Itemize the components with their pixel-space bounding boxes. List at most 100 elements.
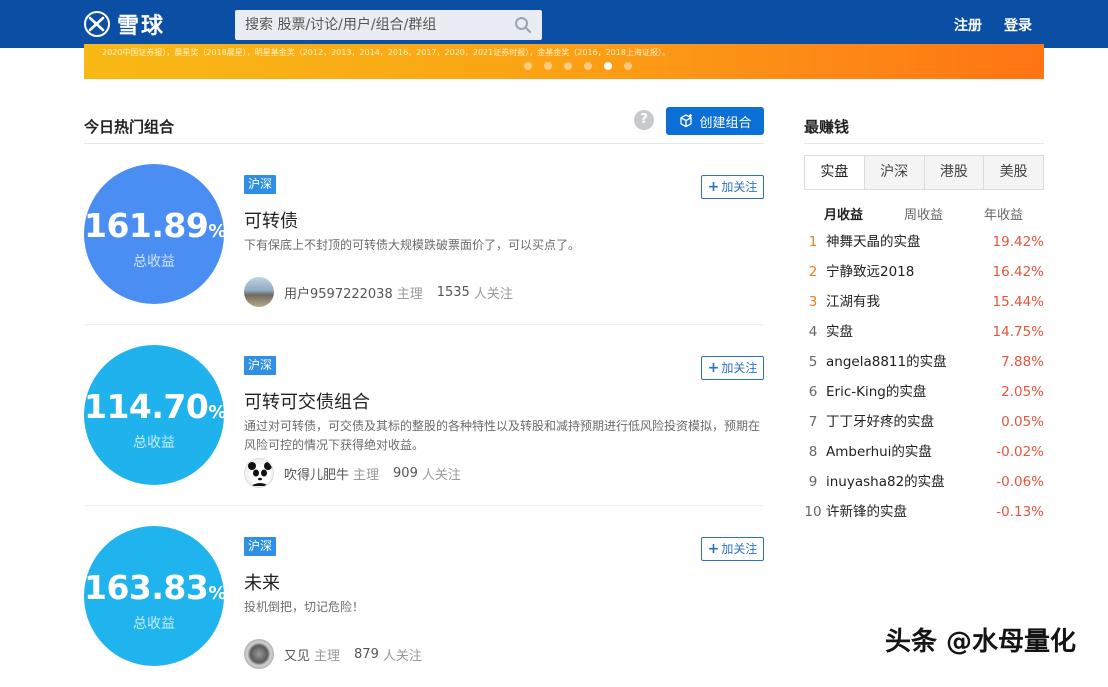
tab-yearly[interactable]: 年收益 (984, 204, 1023, 223)
rank-return-value: -0.06% (996, 474, 1044, 490)
portfolio-description: 通过对可转债，可交债及其标的整股的各种特性以及转股和减持预期进行低风险投资模拟，… (244, 419, 761, 452)
follower-label: 人关注 (382, 648, 422, 664)
rank-number: 5 (808, 354, 818, 370)
market-tag: 沪深 (244, 356, 277, 375)
owner-name[interactable]: 吹得儿肥牛 (284, 464, 349, 483)
follower-count: 1535 (436, 284, 470, 300)
rank-portfolio-name[interactable]: 江湖有我 (826, 290, 880, 314)
portfolio-card[interactable]: 161.89% 总收益 沪深 + 加关注 可转债 下有保底上不封顶的可转债大规模跌… (84, 144, 764, 325)
banner-dot-active[interactable] (604, 62, 612, 70)
rank-portfolio-name[interactable]: Eric-King的实盘 (826, 380, 926, 404)
tab-real[interactable]: 实盘 (805, 156, 864, 189)
tab-monthly[interactable]: 月收益 (824, 204, 863, 223)
owner-name[interactable]: 又见 (284, 645, 310, 664)
search-box (235, 10, 542, 40)
rank-portfolio-name[interactable]: Amberhui的实盘 (826, 440, 932, 464)
banner-text: 2020中国证券报），晨星奖（2018晨星），明星基金奖（2012，2013，2… (102, 48, 670, 57)
period-tabs: 月收益 周收益 年收益 (804, 204, 1044, 223)
rank-portfolio-name[interactable]: 许新锋的实盘 (826, 500, 907, 524)
banner-dot[interactable] (544, 62, 552, 70)
rank-portfolio-name[interactable]: 丁丁牙好疼的实盘 (826, 410, 934, 434)
market-tag: 沪深 (244, 175, 277, 194)
avatar[interactable] (244, 277, 274, 307)
create-portfolio-label: 创建组合 (699, 115, 752, 131)
cube-plus-icon (680, 114, 693, 128)
rank-portfolio-name[interactable]: 实盘 (826, 320, 853, 344)
market-tabs: 实盘 沪深 港股 美股 (804, 155, 1044, 190)
portfolio-name[interactable]: 可转可交债组合 (244, 388, 370, 414)
help-icon[interactable]: ? (634, 110, 654, 130)
rank-return-value: 15.44% (992, 294, 1044, 310)
logo-text: 雪球 (117, 14, 166, 39)
ranking-title: 最赚钱 (804, 118, 850, 136)
owner-role: 主理 (314, 648, 341, 664)
rank-portfolio-name[interactable]: angela8811的实盘 (826, 350, 947, 374)
rank-portfolio-name[interactable]: inuyasha82的实盘 (826, 470, 945, 494)
rank-return-value: 0.05% (1001, 414, 1044, 430)
portfolio-card[interactable]: 114.70% 总收益 沪深 + 加关注 可转可交债组合 通过对可转债，可交债及其… (84, 325, 764, 506)
ranking-row[interactable]: 7 丁丁牙好疼的实盘 0.05% (804, 410, 1044, 440)
total-return-value: 114.70 (84, 387, 209, 426)
follow-button[interactable]: + 加关注 (701, 537, 764, 561)
rank-number: 7 (808, 414, 818, 430)
logo-icon (84, 11, 110, 37)
follower-count: 879 (354, 646, 379, 662)
portfolio-card[interactable]: 163.83% 总收益 沪深 + 加关注 未来 投机倒把，切记危险！ 又见 主理 … (84, 506, 764, 687)
follow-button[interactable]: + 加关注 (701, 175, 764, 199)
ranking-row[interactable]: 3 江湖有我 15.44% (804, 290, 1044, 320)
promo-banner[interactable]: 2020中国证券报），晨星奖（2018晨星），明星基金奖（2012，2013，2… (84, 44, 1044, 79)
site-logo[interactable]: 雪球 (84, 11, 166, 39)
ranking-list: 1 神舞天晶的实盘 19.42% 2 宁静致远2018 16.42% 3 江湖有我 15.44%… (804, 230, 1044, 530)
portfolio-name[interactable]: 可转债 (244, 207, 298, 233)
ranking-row[interactable]: 1 神舞天晶的实盘 19.42% (804, 230, 1044, 260)
register-link[interactable]: 注册 (954, 15, 982, 35)
create-portfolio-button[interactable]: 创建组合 (666, 107, 764, 135)
avatar[interactable] (244, 458, 274, 488)
ranking-row[interactable]: 4 实盘 14.75% (804, 320, 1044, 350)
portfolio-description: 下有保底上不封顶的可转债大规模跌破票面价了，可以买点了。 (244, 238, 581, 252)
follow-label: 加关注 (721, 180, 758, 194)
return-circle: 163.83% 总收益 (84, 526, 226, 666)
rank-number: 4 (808, 324, 818, 340)
login-link[interactable]: 登录 (1004, 15, 1032, 35)
tab-hk[interactable]: 港股 (923, 156, 984, 189)
rank-number: 1 (808, 234, 818, 250)
market-tag: 沪深 (244, 537, 277, 556)
tab-us[interactable]: 美股 (983, 156, 1043, 189)
avatar[interactable] (244, 639, 274, 669)
ranking-row[interactable]: 10 许新锋的实盘 -0.13% (804, 500, 1044, 530)
plus-icon: + (707, 541, 720, 557)
follow-button[interactable]: + 加关注 (701, 356, 764, 380)
hot-portfolios-title: 今日热门组合 (84, 118, 175, 136)
rank-return-value: 14.75% (992, 324, 1044, 340)
follow-label: 加关注 (721, 361, 758, 375)
portfolio-description: 投机倒把，切记危险！ (244, 600, 365, 614)
return-circle: 161.89% 总收益 (84, 164, 226, 304)
rank-portfolio-name[interactable]: 宁静致远2018 (826, 260, 914, 284)
ranking-row[interactable]: 2 宁静致远2018 16.42% (804, 260, 1044, 290)
banner-dot[interactable] (564, 62, 572, 70)
rank-number: 2 (808, 264, 818, 280)
banner-dot[interactable] (624, 62, 632, 70)
ranking-row[interactable]: 6 Eric-King的实盘 2.05% (804, 380, 1044, 410)
banner-dot[interactable] (524, 62, 532, 70)
owner-role: 主理 (396, 286, 423, 302)
rank-return-value: 16.42% (992, 264, 1044, 280)
rank-portfolio-name[interactable]: 神舞天晶的实盘 (826, 230, 921, 254)
portfolio-name[interactable]: 未来 (244, 569, 280, 595)
portfolio-owner: 又见 主理 879 人关注 (244, 639, 422, 669)
tab-weekly[interactable]: 周收益 (904, 204, 943, 223)
tab-a-share[interactable]: 沪深 (863, 156, 924, 189)
follower-count: 909 (393, 465, 418, 481)
follower-label: 人关注 (473, 286, 513, 302)
ranking-row[interactable]: 8 Amberhui的实盘 -0.02% (804, 440, 1044, 470)
return-circle: 114.70% 总收益 (84, 345, 226, 485)
banner-dot[interactable] (584, 62, 592, 70)
portfolio-owner: 用户9597222038 主理 1535 人关注 (244, 277, 513, 307)
ranking-row[interactable]: 5 angela8811的实盘 7.88% (804, 350, 1044, 380)
owner-name[interactable]: 用户9597222038 (284, 283, 393, 302)
search-icon[interactable] (514, 16, 532, 34)
ranking-row[interactable]: 9 inuyasha82的实盘 -0.06% (804, 470, 1044, 500)
search-input[interactable] (235, 10, 505, 40)
portfolio-owner: 吹得儿肥牛 主理 909 人关注 (244, 458, 461, 488)
